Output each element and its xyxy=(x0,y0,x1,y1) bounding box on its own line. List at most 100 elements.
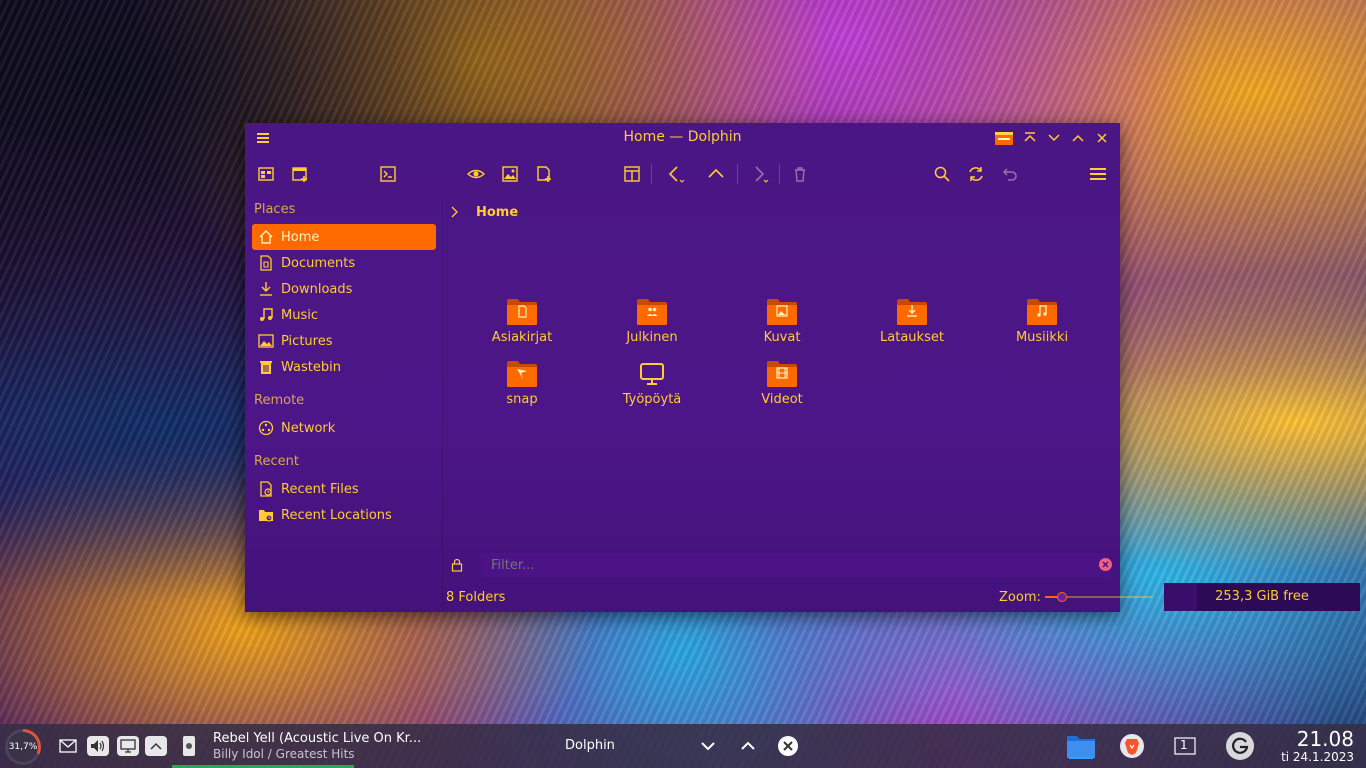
terminal-icon[interactable] xyxy=(376,162,400,186)
public-folder-icon xyxy=(636,297,668,327)
place-network[interactable]: Network xyxy=(252,415,436,441)
taskbar xyxy=(0,724,1366,768)
place-label: Pictures xyxy=(281,333,333,349)
place-music[interactable]: Music xyxy=(252,302,436,328)
free-space-bar[interactable]: 253,3 GiB free xyxy=(1164,583,1360,611)
item-count: 8 Folders xyxy=(446,590,506,605)
volume-icon[interactable] xyxy=(87,736,109,756)
place-wastebin[interactable]: Wastebin xyxy=(252,354,436,380)
downloads-icon xyxy=(257,280,275,298)
toolbar-separator xyxy=(737,164,738,184)
zoom-slider[interactable] xyxy=(1045,592,1153,602)
media-title[interactable]: Rebel Yell (Acoustic Live On Kr... xyxy=(213,731,421,746)
free-space-label: 253,3 GiB free xyxy=(1215,589,1309,604)
place-label: Recent Locations xyxy=(281,507,392,523)
chevron-down-icon[interactable] xyxy=(697,736,719,756)
display-icon[interactable] xyxy=(117,736,139,756)
folder-label: Työpöytä xyxy=(622,392,682,407)
active-task-label[interactable]: Dolphin xyxy=(565,738,615,753)
zoom-handle[interactable] xyxy=(1057,592,1068,602)
videos-folder-icon xyxy=(766,359,798,389)
search-icon[interactable] xyxy=(930,162,954,186)
new-file-icon[interactable] xyxy=(532,162,556,186)
undo-icon[interactable] xyxy=(998,162,1022,186)
zoom-label: Zoom: xyxy=(999,590,1041,605)
documents-icon xyxy=(257,254,275,272)
clock[interactable]: 21.08 ti 24.1.2023 xyxy=(1281,728,1354,764)
hamburger-menu-icon[interactable] xyxy=(1086,162,1110,186)
cpu-load-label: 31,7% xyxy=(8,732,38,762)
forward-icon[interactable] xyxy=(748,162,772,186)
up-icon[interactable] xyxy=(704,162,728,186)
lock-icon[interactable] xyxy=(451,558,463,576)
file-view[interactable]: Home Asiakirjat Julkinen Kuvat Lataukset Mus… xyxy=(443,197,1120,552)
keep-above-icon[interactable] xyxy=(1022,129,1038,147)
place-home[interactable]: Home xyxy=(252,224,436,250)
folder-item[interactable]: Asiakirjat xyxy=(467,297,577,357)
documents-folder-icon xyxy=(506,297,538,327)
place-documents[interactable]: Documents xyxy=(252,250,436,276)
back-icon[interactable] xyxy=(664,162,688,186)
toolbar-separator xyxy=(779,164,780,184)
folder-item[interactable]: Musiikki xyxy=(987,297,1097,357)
title-bar[interactable]: Home — Dolphin xyxy=(245,123,1120,153)
google-account-icon[interactable] xyxy=(1225,731,1255,761)
pictures-icon xyxy=(257,332,275,350)
breadcrumb[interactable]: Home xyxy=(476,205,518,220)
preview-icon[interactable] xyxy=(464,162,488,186)
app-icon xyxy=(994,129,1014,147)
folder-label: Videot xyxy=(761,392,803,407)
folder-label: Kuvat xyxy=(763,330,801,345)
dolphin-window: Home — Dolphin Places Home Documents Dow… xyxy=(245,123,1360,612)
mail-icon[interactable] xyxy=(57,736,79,756)
folder-label: Musiikki xyxy=(1015,330,1069,345)
clear-filter-icon[interactable] xyxy=(1099,558,1112,571)
place-label: Wastebin xyxy=(281,359,341,375)
wastebin-icon xyxy=(257,358,275,376)
folder-item[interactable]: Kuvat xyxy=(727,297,837,357)
cpu-load-widget[interactable]: 31,7% xyxy=(5,729,41,765)
delete-icon[interactable] xyxy=(788,162,812,186)
recent-files-icon xyxy=(257,480,275,498)
image-icon[interactable] xyxy=(498,162,522,186)
window-title: Home — Dolphin xyxy=(623,129,742,145)
place-downloads[interactable]: Downloads xyxy=(252,276,436,302)
view-mode-icon[interactable] xyxy=(254,162,278,186)
close-window-icon[interactable] xyxy=(777,736,799,756)
downloads-folder-icon xyxy=(896,297,928,327)
media-player-icon[interactable] xyxy=(179,736,199,756)
clock-time: 21.08 xyxy=(1296,727,1354,751)
music-icon xyxy=(257,306,275,324)
maximize-icon[interactable] xyxy=(1070,129,1086,147)
network-icon xyxy=(257,419,275,437)
place-label: Documents xyxy=(281,255,356,271)
place-recent-files[interactable]: Recent Files xyxy=(252,476,436,502)
refresh-icon[interactable] xyxy=(964,162,988,186)
place-label: Home xyxy=(281,229,320,245)
folder-item[interactable]: snap xyxy=(467,359,577,419)
section-title-remote: Remote xyxy=(254,393,305,408)
place-label: Music xyxy=(281,307,318,323)
folder-item[interactable]: Lataukset xyxy=(857,297,967,357)
brave-browser-icon[interactable] xyxy=(1118,732,1146,760)
places-panel: Places Home Documents Downloads Music Pi… xyxy=(245,197,443,612)
status-bar: 8 Folders Zoom: 253,3 GiB free xyxy=(443,583,1360,612)
place-pictures[interactable]: Pictures xyxy=(252,328,436,354)
tray-expand-icon[interactable] xyxy=(145,736,167,756)
close-icon[interactable] xyxy=(1094,129,1110,147)
folder-item[interactable]: Videot xyxy=(727,359,837,419)
toolbar-separator xyxy=(651,164,652,184)
place-recent-locations[interactable]: Recent Locations xyxy=(252,502,436,528)
place-label: Downloads xyxy=(281,281,353,297)
folder-item[interactable]: Työpöytä xyxy=(597,359,707,419)
breadcrumb-chevron-icon[interactable] xyxy=(449,205,459,223)
split-view-icon[interactable] xyxy=(620,162,644,186)
home-icon xyxy=(257,228,275,246)
dolphin-taskbar-icon[interactable] xyxy=(1064,731,1098,761)
chevron-up-icon[interactable] xyxy=(737,736,759,756)
snap-folder-icon xyxy=(506,359,538,389)
minimize-icon[interactable] xyxy=(1046,129,1062,147)
new-window-icon[interactable] xyxy=(288,162,312,186)
folder-item[interactable]: Julkinen xyxy=(597,297,707,357)
filter-input[interactable] xyxy=(481,553,1109,577)
